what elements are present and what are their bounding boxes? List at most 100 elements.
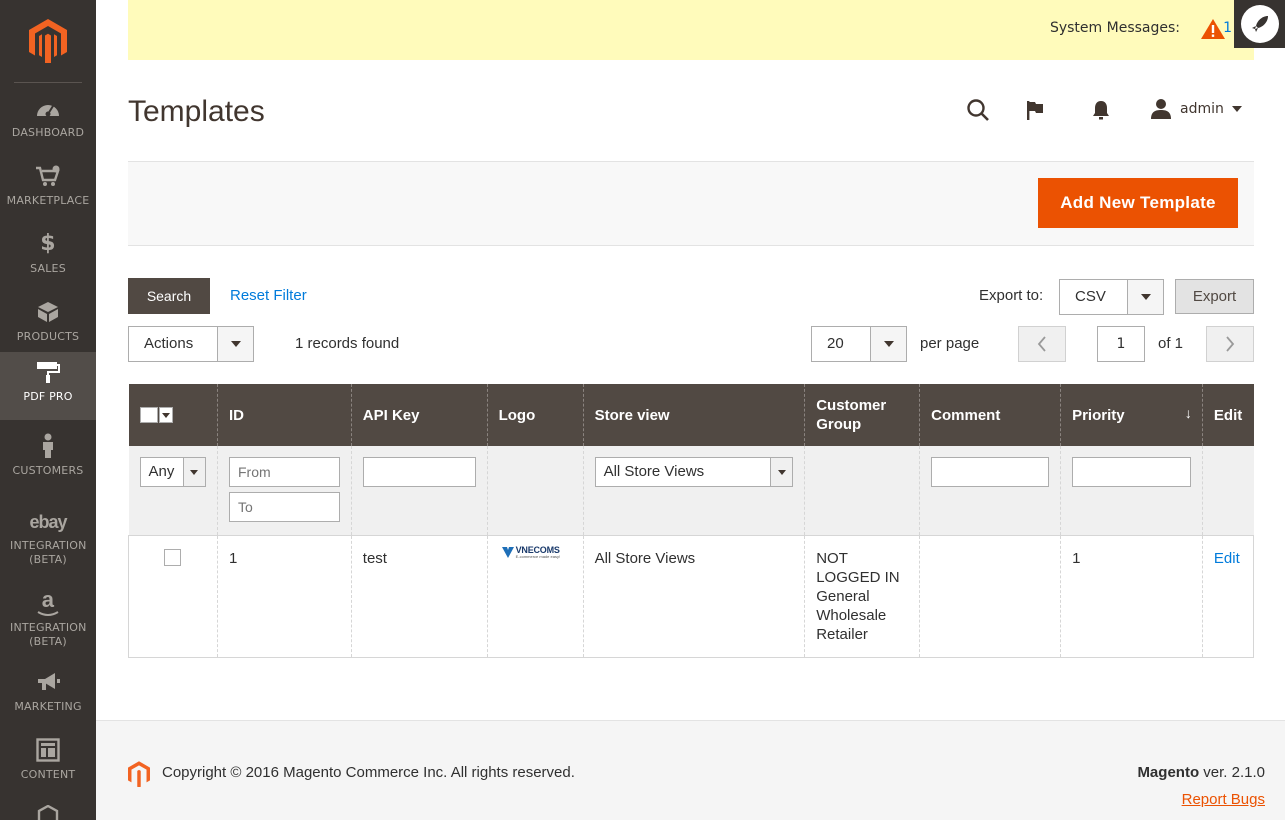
sidebar-item-content[interactable]: Content	[0, 730, 96, 798]
rocket-button[interactable]	[1234, 0, 1285, 48]
mass-select-checkbox[interactable]	[139, 407, 158, 423]
store-view-filter-value: All Store Views	[603, 463, 705, 480]
id-to-input[interactable]	[228, 492, 340, 522]
column-header-api-key[interactable]: API Key	[350, 384, 488, 446]
system-messages-label: System Messages:	[1049, 20, 1180, 36]
copyright-text: Copyright © 2016 Magento Commerce Inc. A…	[162, 764, 575, 781]
mass-actions-select[interactable]: Actions	[128, 326, 254, 362]
column-header-logo[interactable]: Logo	[486, 384, 584, 446]
mass-select-control[interactable]	[139, 406, 174, 424]
system-messages-bar: System Messages: 1	[128, 0, 1254, 60]
reset-filter-link[interactable]: Reset Filter	[230, 287, 307, 304]
column-header-priority[interactable]: Priority ↓	[1060, 384, 1203, 446]
flag-icon[interactable]	[1022, 97, 1048, 123]
search-icon[interactable]	[965, 97, 991, 123]
user-icon	[1151, 99, 1171, 119]
user-menu[interactable]: admin	[1150, 97, 1242, 121]
filter-cell	[919, 446, 1061, 536]
any-filter-value: Any	[148, 463, 175, 480]
chevron-down-icon	[217, 327, 253, 361]
magento-logo-icon	[29, 19, 67, 63]
column-header-store-view[interactable]: Store view	[582, 384, 805, 446]
per-page-label: per page	[920, 335, 980, 352]
sidebar-item-customers[interactable]: Customers	[0, 426, 96, 494]
filter-cell: All Store Views	[582, 446, 805, 536]
customer-group-item: Wholesale	[816, 606, 887, 624]
system-messages-count[interactable]: 1	[1223, 20, 1232, 36]
any-filter-select[interactable]: Any	[139, 457, 206, 487]
sidebar-item-label: Sales	[30, 262, 66, 275]
page-number-input[interactable]: 1	[1097, 326, 1145, 362]
previous-page-button[interactable]	[1018, 326, 1066, 362]
page-total: of 1	[1158, 335, 1184, 352]
sidebar-item-label: Content	[20, 768, 76, 781]
amazon-icon: a	[37, 590, 59, 616]
magento-logo[interactable]	[0, 0, 96, 82]
priority-filter-input[interactable]	[1072, 457, 1191, 487]
export-button[interactable]: Export	[1175, 279, 1254, 314]
column-header-customer-group[interactable]: Customer Group	[804, 384, 920, 446]
gauge-icon	[37, 105, 59, 117]
sidebar-item-label: Integration (Beta)	[10, 539, 87, 566]
paint-roller-icon	[37, 362, 60, 383]
sidebar-item-label: Customers	[12, 464, 84, 477]
sidebar-item-products[interactable]: Products	[0, 292, 96, 360]
sidebar-item-ebay-integration[interactable]: ebay Integration (Beta)	[0, 502, 96, 572]
add-new-template-button[interactable]: Add New Template	[1038, 178, 1238, 228]
next-page-button[interactable]	[1206, 326, 1254, 362]
sidebar-item-amazon-integration[interactable]: a Integration (Beta)	[0, 584, 96, 654]
column-header-label: Priority	[1072, 406, 1125, 424]
filter-cell	[216, 446, 352, 536]
mass-select-header[interactable]	[128, 384, 218, 446]
page-title: Templates	[128, 95, 265, 128]
ebay-icon: ebay	[29, 512, 67, 532]
rocket-icon	[1251, 16, 1268, 32]
export-format-select[interactable]: CSV	[1059, 279, 1164, 315]
edit-link[interactable]: Edit	[1214, 550, 1240, 567]
chevron-down-icon[interactable]	[158, 407, 173, 423]
column-header-comment[interactable]: Comment	[919, 384, 1061, 446]
filter-cell	[1060, 446, 1203, 536]
svg-text:a: a	[42, 590, 55, 612]
per-page-select[interactable]: 20	[811, 326, 907, 362]
id-from-input[interactable]	[228, 457, 340, 487]
filter-cell	[350, 446, 488, 536]
sidebar-item-label: Products	[16, 330, 80, 343]
per-page-value: 20	[827, 335, 844, 352]
row-checkbox[interactable]	[164, 548, 182, 566]
vnecoms-logo-image: VNECOMS E-commerce made easy!	[501, 545, 569, 559]
search-button[interactable]: Search	[128, 278, 210, 314]
chevron-down-icon	[182, 458, 205, 486]
table-header-row: ID API Key Logo Store view Customer Grou…	[128, 384, 1254, 446]
mass-actions-value: Actions	[144, 335, 194, 352]
store-view-filter-select[interactable]: All Store Views	[594, 457, 794, 487]
comment-filter-input[interactable]	[931, 457, 1050, 487]
sidebar-item-dashboard[interactable]: Dashboard	[0, 88, 96, 156]
chevron-right-icon	[1226, 336, 1235, 352]
filter-cell	[1201, 446, 1254, 536]
templates-grid: ID API Key Logo Store view Customer Grou…	[128, 384, 1255, 658]
filter-cell	[804, 446, 920, 536]
sidebar-item-label: Marketing	[14, 700, 82, 713]
api-key-filter-input[interactable]	[362, 457, 476, 487]
sidebar-item-sales[interactable]: $ Sales	[0, 224, 96, 292]
sidebar-item-pdf-pro[interactable]: PDF Pro	[0, 352, 96, 420]
bell-icon[interactable]	[1088, 97, 1114, 123]
sort-arrow-down-icon: ↓	[1184, 405, 1192, 421]
column-header-id[interactable]: ID	[216, 384, 352, 446]
records-found: 1 records found	[295, 335, 400, 352]
sidebar-item-stores[interactable]	[0, 798, 96, 820]
cell-id: 1	[216, 535, 352, 658]
layout-icon	[36, 738, 60, 762]
cart-icon	[36, 165, 60, 186]
person-icon	[43, 433, 53, 458]
sidebar-item-marketplace[interactable]: Marketplace	[0, 156, 96, 224]
admin-sidebar: Dashboard Marketplace $ Sales Products P…	[0, 0, 96, 820]
customer-group-item: General	[816, 587, 870, 605]
logo-tagline: E-commerce made easy!	[515, 553, 561, 559]
cell-api-key: test	[350, 535, 488, 658]
report-bugs-link[interactable]: Report Bugs	[1182, 791, 1265, 808]
sidebar-divider	[14, 82, 82, 83]
sidebar-item-marketing[interactable]: Marketing	[0, 662, 96, 730]
row-select-cell	[128, 535, 218, 658]
